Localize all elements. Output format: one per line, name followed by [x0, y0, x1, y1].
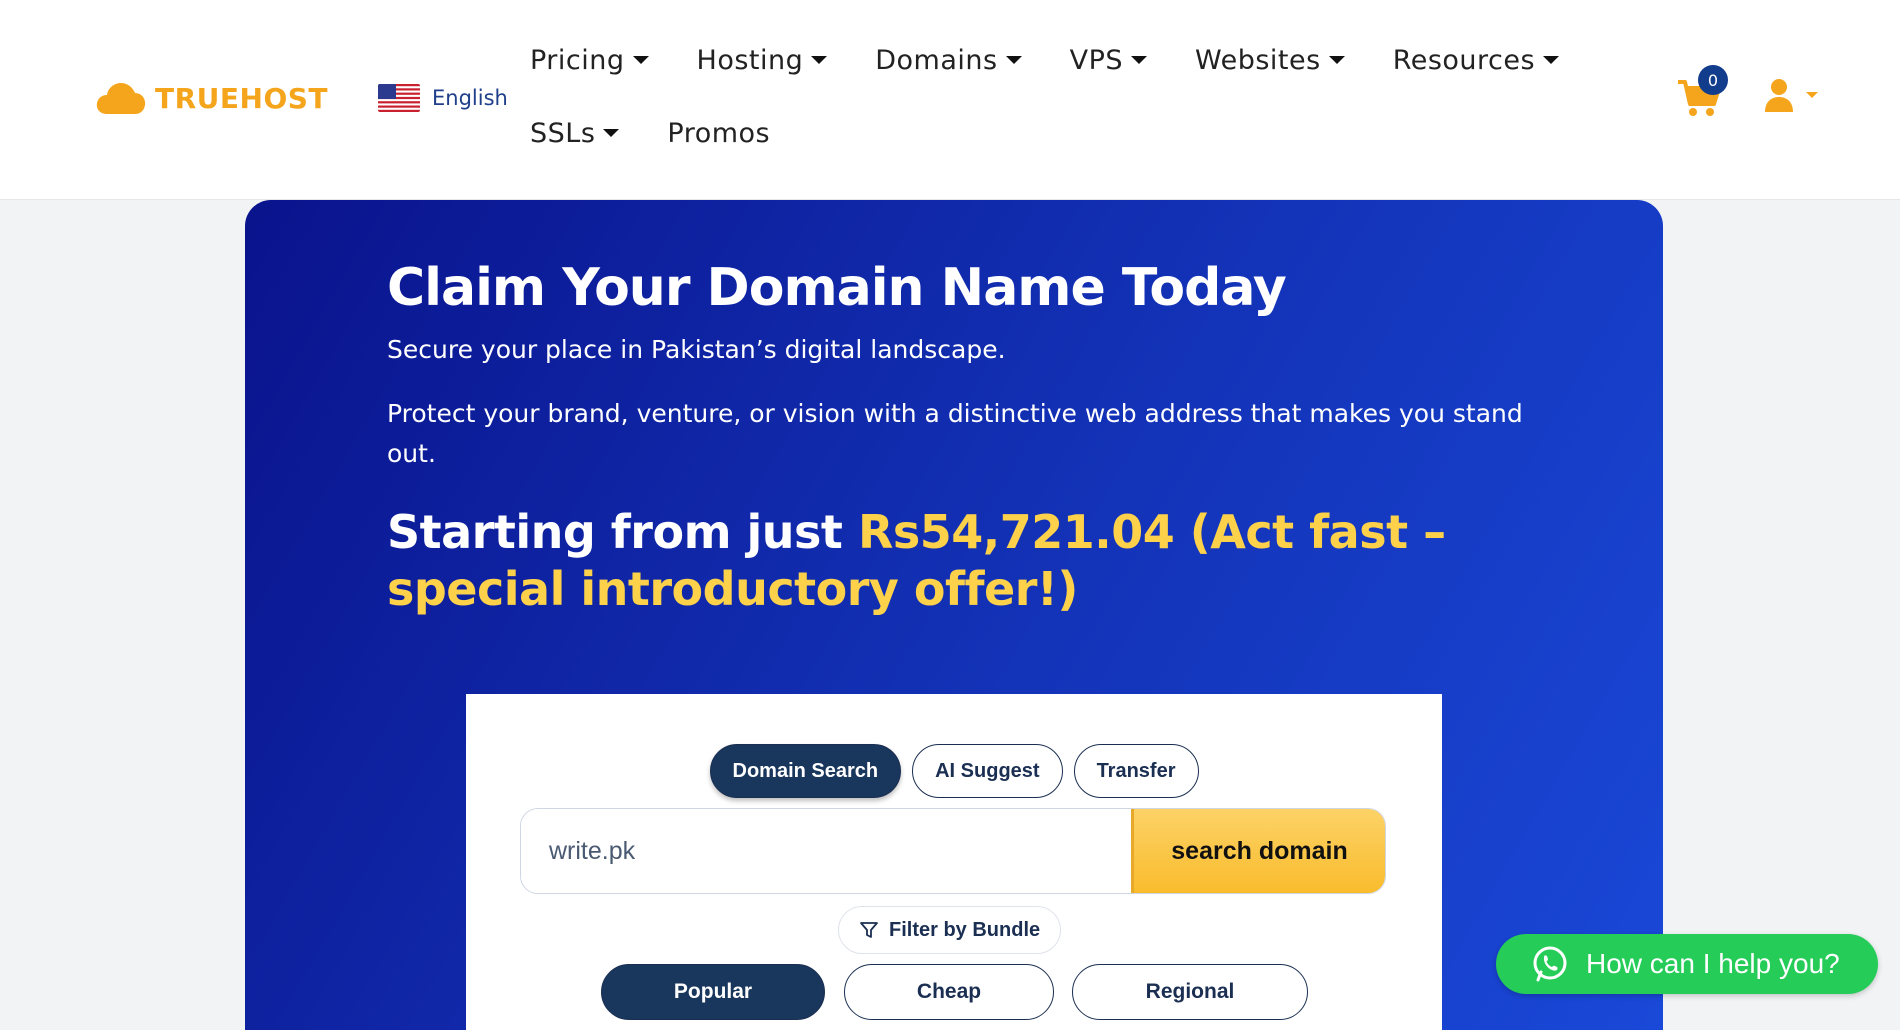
site-header: TRUEHOST English Pricing Hosting Domains…	[0, 0, 1900, 200]
caret-down-icon	[811, 56, 828, 64]
whatsapp-icon	[1533, 946, 1567, 982]
user-icon	[1765, 79, 1793, 112]
language-label: English	[432, 86, 508, 110]
caret-down-icon	[1328, 56, 1345, 64]
hero-description: Protect your brand, venture, or vision w…	[387, 399, 1523, 469]
whatsapp-chat-button[interactable]: How can I help you?	[1496, 934, 1878, 994]
nav-label: Hosting	[696, 44, 804, 76]
whatsapp-label: How can I help you?	[1586, 948, 1840, 979]
nav-item-pricing[interactable]: Pricing	[530, 45, 649, 76]
hero-subtitle: Secure your place in Pakistan’s digital …	[387, 335, 1006, 365]
bundle-cheap[interactable]: Cheap	[844, 964, 1054, 1020]
price-prefix: Starting from just	[387, 505, 858, 560]
caret-down-icon	[1806, 92, 1818, 98]
nav-label: Resources	[1392, 44, 1536, 76]
tab-ai-suggest[interactable]: AI Suggest	[912, 744, 1063, 798]
nav-item-vps[interactable]: VPS	[1070, 45, 1147, 76]
logo-text: TRUEHOST	[155, 81, 329, 115]
caret-down-icon	[632, 56, 649, 64]
domain-search-input[interactable]	[521, 809, 1131, 893]
cloud-icon	[96, 83, 146, 114]
nav-item-domains[interactable]: Domains	[875, 44, 1022, 76]
caret-down-icon	[1005, 56, 1022, 64]
nav-label: Pricing	[530, 44, 625, 76]
main-nav: Pricing Hosting Domains VPS Websites Res…	[530, 40, 1570, 186]
nav-item-resources[interactable]: Resources	[1392, 44, 1560, 76]
cart-count-badge: 0	[1698, 65, 1728, 95]
bundle-popular[interactable]: Popular	[601, 964, 825, 1020]
tab-transfer[interactable]: Transfer	[1073, 744, 1199, 798]
truehost-logo[interactable]: TRUEHOST	[95, 80, 328, 116]
tab-domain-search[interactable]: Domain Search	[709, 744, 902, 798]
hero-content: Claim Your Domain Name Today Secure your…	[387, 258, 1527, 618]
nav-label: VPS	[1069, 44, 1123, 76]
search-domain-button[interactable]: search domain	[1131, 809, 1385, 893]
us-flag-icon	[378, 84, 420, 112]
filter-icon	[860, 922, 878, 938]
domain-search-card: Domain Search AI Suggest Transfer search…	[466, 694, 1442, 1030]
bundle-regional[interactable]: Regional	[1072, 964, 1308, 1020]
nav-item-websites[interactable]: Websites	[1195, 45, 1345, 76]
nav-item-hosting[interactable]: Hosting	[697, 45, 828, 76]
caret-down-icon	[1130, 56, 1147, 64]
account-menu[interactable]	[1764, 78, 1818, 112]
nav-item-promos[interactable]: Promos	[667, 118, 770, 149]
language-selector[interactable]: English	[378, 84, 508, 112]
domain-search-bar: search domain	[520, 808, 1386, 894]
search-tabs: Domain Search AI Suggest Transfer	[466, 744, 1442, 798]
filter-by-bundle-button[interactable]: Filter by Bundle	[838, 906, 1062, 954]
caret-down-icon	[1543, 56, 1560, 64]
nav-label: Websites	[1194, 44, 1321, 76]
nav-item-ssls[interactable]: SSLs	[530, 117, 620, 149]
nav-label: Promos	[667, 117, 771, 149]
hero-price: Starting from just Rs54,721.04 (Act fast…	[387, 504, 1527, 618]
nav-label: SSLs	[530, 117, 596, 149]
filter-label: Filter by Bundle	[889, 918, 1041, 941]
nav-label: Domains	[875, 44, 998, 76]
hero-title: Claim Your Domain Name Today	[387, 258, 1287, 318]
caret-down-icon	[603, 129, 620, 137]
